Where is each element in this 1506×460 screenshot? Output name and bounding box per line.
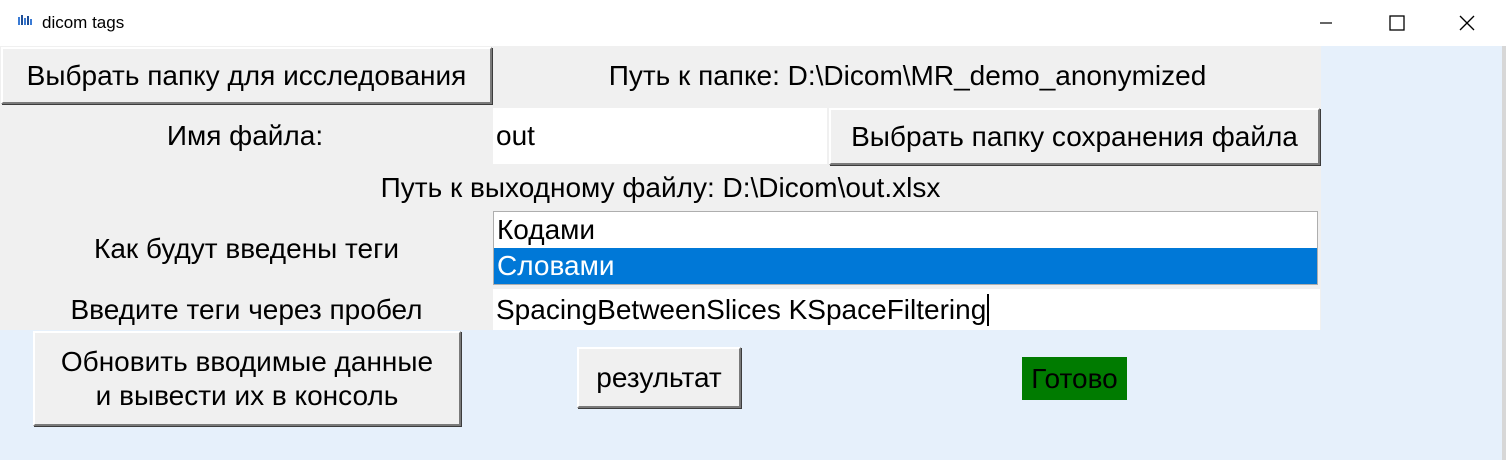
file-name-input[interactable]: out — [493, 108, 827, 164]
text-caret — [987, 293, 990, 326]
maximize-button[interactable] — [1362, 0, 1432, 46]
close-icon — [1459, 15, 1475, 31]
list-item-words[interactable]: Словами — [494, 248, 1317, 284]
close-button[interactable] — [1432, 0, 1502, 46]
tags-input-label: Введите теги через пробел — [70, 293, 423, 325]
app-icon — [18, 15, 32, 25]
update-button-line2: и вывести их в консоль — [95, 379, 399, 411]
output-path-label: Путь к выходному файлу: D:\Dicom\out.xls… — [380, 172, 941, 203]
choose-study-folder-button[interactable]: Выбрать папку для исследования — [1, 47, 492, 104]
choose-save-folder-button[interactable]: Выбрать папку сохранения файла — [829, 108, 1320, 165]
status-badge: Готово — [1022, 357, 1127, 400]
folder-path-label: Путь к папке: D:\Dicom\MR_demo_anonymize… — [608, 59, 1207, 91]
tags-input[interactable]: SpacingBetweenSlices KSpaceFiltering — [493, 289, 1320, 330]
window-edge — [1502, 46, 1506, 460]
maximize-icon — [1389, 15, 1405, 31]
tags-mode-listbox[interactable]: Кодами Словами — [493, 211, 1318, 285]
list-item-codes[interactable]: Кодами — [494, 212, 1317, 248]
minimize-button[interactable] — [1291, 0, 1361, 46]
tags-input-text: SpacingBetweenSlices KSpaceFiltering — [496, 293, 987, 325]
file-name-label: Имя файла: — [166, 120, 324, 151]
tags-mode-label: Как будут введены теги — [94, 233, 399, 264]
minimize-icon — [1320, 22, 1332, 24]
window-title: dicom tags — [42, 13, 125, 32]
update-and-print-button[interactable]: Обновить вводимые данные и вывести их в … — [33, 331, 461, 426]
title-bar[interactable]: dicom tags — [0, 0, 1506, 46]
result-button[interactable]: результат — [577, 347, 741, 408]
update-button-line1: Обновить вводимые данные — [60, 345, 434, 377]
